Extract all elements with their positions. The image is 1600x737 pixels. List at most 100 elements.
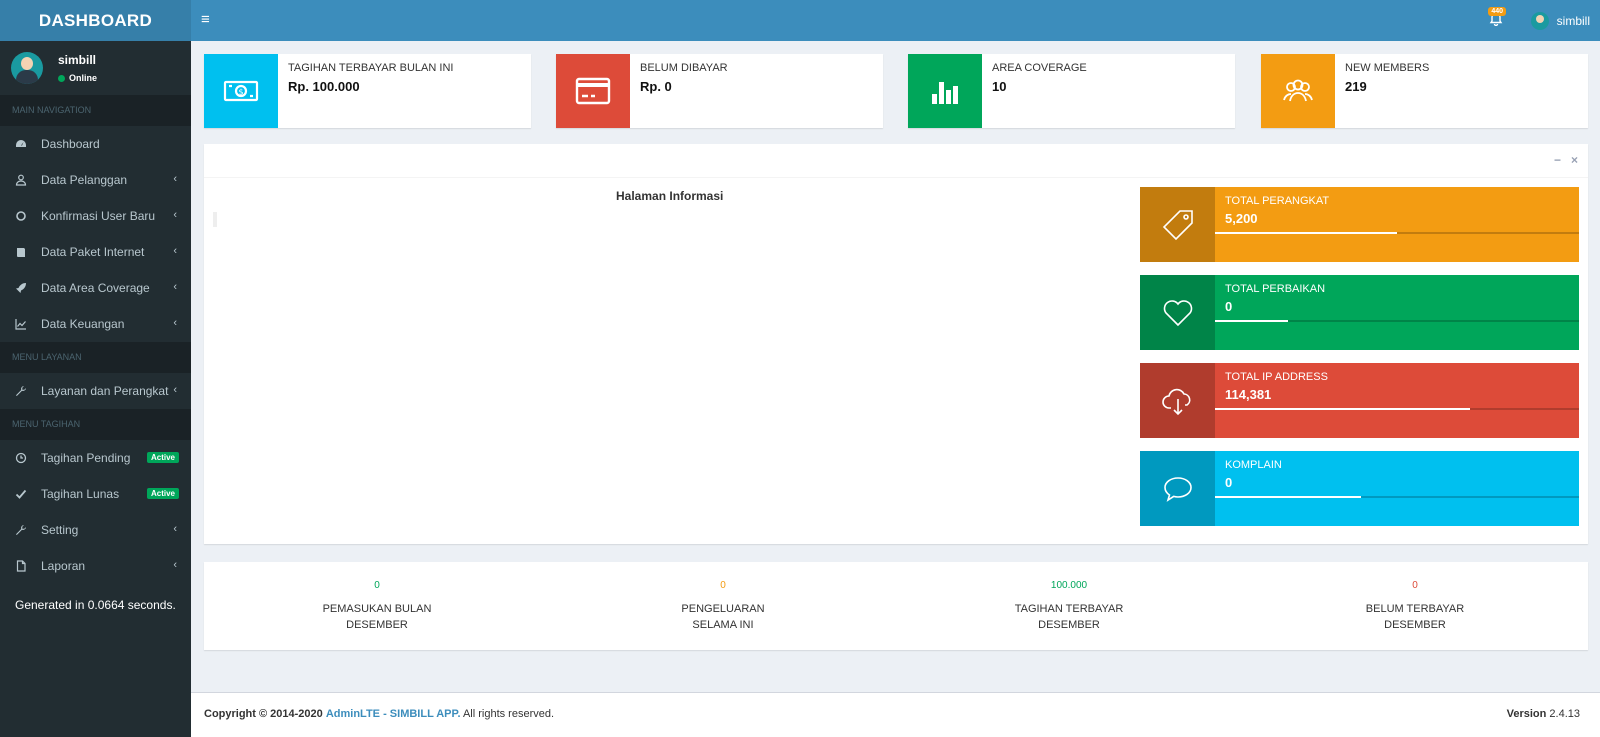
sidebar-item-tagihan-pending[interactable]: Tagihan Pending Active [0, 440, 191, 476]
simbill-app-link[interactable]: SIMBILL APP. [390, 708, 461, 720]
footer-separator: - [380, 708, 390, 720]
heart-icon [1140, 275, 1215, 350]
user-menu[interactable]: simbill [1530, 0, 1590, 41]
user-icon [15, 174, 33, 186]
stat-total-ip-address: TOTAL IP ADDRESS 114,381 [1140, 363, 1579, 438]
chevron-left-icon: ‹ [173, 317, 177, 329]
stat-title: KOMPLAIN [1225, 459, 1282, 471]
chevron-left-icon: ‹ [173, 523, 177, 535]
infobox-belum-dibayar: BELUM DIBAYAR Rp. 0 [556, 54, 883, 128]
infobox-title: AREA COVERAGE [992, 62, 1087, 74]
close-icon[interactable]: × [1571, 153, 1578, 167]
line-chart-icon [15, 318, 33, 330]
sidebar: simbill Online MAIN NAVIGATION Dashboard… [0, 41, 191, 737]
summary-number: 100.000 [1050, 580, 1088, 591]
online-dot-icon [58, 74, 65, 82]
book-icon [15, 246, 33, 258]
chevron-left-icon: ‹ [173, 209, 177, 221]
summary-number: 0 [374, 580, 380, 591]
version-label: Version [1506, 708, 1547, 720]
sidebar-item-keuangan[interactable]: Data Keuangan ‹ [0, 306, 191, 342]
users-icon [1261, 54, 1335, 128]
panel-title: Halaman Informasi [616, 189, 724, 203]
summary-item: 0 PENGELUARAN SELAMA INI [550, 562, 896, 633]
summary-item: 100.000 TAGIHAN TERBAYAR DESEMBER [896, 562, 1242, 633]
wrench-icon [15, 385, 33, 397]
sidebar-item-tagihan-lunas[interactable]: Tagihan Lunas Active [0, 476, 191, 512]
summary-item: 0 BELUM TERBAYAR DESEMBER [1242, 562, 1588, 633]
avatar [11, 52, 43, 84]
circle-icon [15, 210, 33, 222]
infobox-title: TAGIHAN TERBAYAR BULAN INI [288, 62, 454, 74]
sidebar-item-konfirmasi-user[interactable]: Konfirmasi User Baru ‹ [0, 198, 191, 234]
summary-panel: 0 PEMASUKAN BULAN DESEMBER 0 PENGELUARAN S… [204, 562, 1588, 650]
summary-label: TAGIHAN TERBAYAR [1014, 603, 1124, 615]
status-badge: Active [146, 452, 179, 463]
status-badge: Active [146, 488, 179, 499]
rights-text: All rights reserved. [460, 708, 555, 720]
infobox-title: BELUM DIBAYAR [640, 62, 728, 74]
comment-icon [1140, 451, 1215, 526]
rocket-icon [15, 282, 33, 294]
summary-label: SELAMA INI [692, 619, 754, 631]
sidebar-item-dashboard[interactable]: Dashboard [0, 126, 191, 162]
check-icon [15, 488, 33, 500]
svg-text:$: $ [238, 88, 243, 97]
panel-header: − × [204, 144, 1588, 178]
summary-label: DESEMBER [346, 619, 408, 631]
stat-title: TOTAL PERBAIKAN [1225, 283, 1326, 295]
chevron-left-icon: ‹ [173, 384, 177, 396]
app-logo[interactable]: DASHBOARD [0, 0, 191, 41]
minimize-icon[interactable]: − [1554, 153, 1561, 167]
top-navbar: ≡ 440 simbill [191, 0, 1600, 41]
notification-count-badge: 440 [1488, 7, 1506, 16]
summary-label: DESEMBER [1038, 619, 1100, 631]
infobox-value: 10 [992, 79, 1007, 94]
sidebar-item-setting[interactable]: Setting ‹ [0, 512, 191, 548]
footer: Copyright © 2014-2020 AdminLTE - SIMBILL… [191, 692, 1600, 737]
sidebar-item-data-pelanggan[interactable]: Data Pelanggan ‹ [0, 162, 191, 198]
progress-bar [1215, 496, 1579, 498]
infobox-value: Rp. 100.000 [288, 79, 360, 94]
sidebar-header-layanan: MENU LAYANAN [0, 342, 191, 373]
sidebar-item-paket-internet[interactable]: Data Paket Internet ‹ [0, 234, 191, 270]
infobox-title: NEW MEMBERS [1345, 62, 1430, 74]
adminlte-link[interactable]: AdminLTE [326, 708, 380, 720]
cloud-download-icon [1140, 363, 1215, 438]
clock-icon [15, 452, 33, 464]
money-icon: $ [204, 54, 278, 128]
credit-card-icon [556, 54, 630, 128]
sidebar-header-main: MAIN NAVIGATION [0, 95, 191, 126]
tag-icon [1140, 187, 1215, 262]
sidebar-item-laporan[interactable]: Laporan ‹ [0, 548, 191, 584]
dashboard-icon [15, 138, 33, 150]
progress-bar [1215, 320, 1579, 322]
stat-value: 5,200 [1225, 211, 1258, 226]
chevron-left-icon: ‹ [173, 281, 177, 293]
wrench-icon [15, 524, 33, 536]
chevron-left-icon: ‹ [173, 245, 177, 257]
summary-label: BELUM TERBAYAR [1365, 603, 1465, 615]
stat-title: TOTAL PERANGKAT [1225, 195, 1330, 207]
stat-komplain: KOMPLAIN 0 [1140, 451, 1579, 526]
infobox-area-coverage: AREA COVERAGE 10 [908, 54, 1235, 128]
avatar [1530, 11, 1549, 30]
summary-number: 0 [720, 580, 726, 591]
version-number: 2.4.13 [1549, 708, 1580, 720]
infobox-new-members: NEW MEMBERS 219 [1261, 54, 1588, 128]
sidebar-toggle-icon[interactable]: ≡ [201, 11, 210, 28]
progress-bar [1215, 232, 1579, 234]
user-menu-name: simbill [1556, 13, 1590, 28]
infobox-value: 219 [1345, 79, 1367, 94]
summary-item: 0 PEMASUKAN BULAN DESEMBER [204, 562, 550, 633]
stat-title: TOTAL IP ADDRESS [1225, 371, 1328, 383]
sidebar-item-area-coverage[interactable]: Data Area Coverage ‹ [0, 270, 191, 306]
sidebar-item-layanan-perangkat[interactable]: Layanan dan Perangkat ‹ [0, 373, 191, 409]
bar-chart-icon [908, 54, 982, 128]
chevron-left-icon: ‹ [173, 173, 177, 185]
scroll-area[interactable] [213, 212, 217, 227]
generated-time: Generated in 0.0664 seconds. [15, 598, 176, 612]
summary-label: PENGELUARAN [681, 603, 765, 615]
chevron-left-icon: ‹ [173, 559, 177, 571]
user-panel-name: simbill [58, 53, 97, 67]
